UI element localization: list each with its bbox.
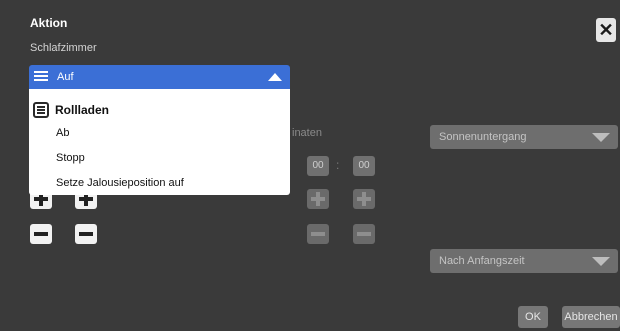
action-dropdown[interactable]: Auf <box>29 65 290 89</box>
left-decrement-button-2[interactable] <box>75 224 97 244</box>
close-button[interactable]: ✕ <box>596 18 616 42</box>
chevron-up-icon <box>268 73 282 81</box>
time-separator: : <box>336 158 340 172</box>
minute-increment-button[interactable] <box>353 189 375 209</box>
minus-icon <box>34 232 48 236</box>
dropdown-list: Rollladen Ab Stopp Setze Jalousiepositio… <box>29 89 290 195</box>
minus-icon <box>79 232 93 236</box>
dropdown-option-stopp[interactable]: Stopp <box>56 152 85 164</box>
time-mode-select[interactable]: Nach Anfangszeit <box>430 249 618 273</box>
time-mode-value: Nach Anfangszeit <box>439 255 525 267</box>
left-decrement-button[interactable] <box>30 224 52 244</box>
hour-decrement-button[interactable] <box>307 224 329 244</box>
cancel-button[interactable]: Abbrechen <box>562 306 620 328</box>
minus-icon <box>311 232 325 236</box>
minute-field[interactable]: 00 <box>353 156 375 176</box>
dropdown-option-ab[interactable]: Ab <box>56 127 69 139</box>
chevron-down-icon <box>592 133 610 142</box>
shutter-icon <box>34 71 48 83</box>
dropdown-option-jalousieposition[interactable]: Setze Jalousieposition auf <box>56 177 184 189</box>
dialog-title: Aktion <box>30 16 68 30</box>
dropdown-group-label: Rollladen <box>55 103 110 117</box>
ok-button[interactable]: OK <box>518 306 548 328</box>
close-icon: ✕ <box>598 20 614 40</box>
hour-field[interactable]: 00 <box>307 156 329 176</box>
dropdown-selected-value: Auf <box>57 71 74 83</box>
dialog-subtitle: Schlafzimmer <box>30 42 97 54</box>
hour-increment-button[interactable] <box>307 189 329 209</box>
sun-event-select[interactable]: Sonnenuntergang <box>430 125 618 149</box>
chevron-down-icon <box>592 257 610 266</box>
sun-event-value: Sonnenuntergang <box>439 131 527 143</box>
minute-decrement-button[interactable] <box>353 224 375 244</box>
minus-icon <box>357 232 371 236</box>
shutter-group-icon <box>33 102 49 118</box>
coordinates-label: inaten <box>292 127 322 139</box>
